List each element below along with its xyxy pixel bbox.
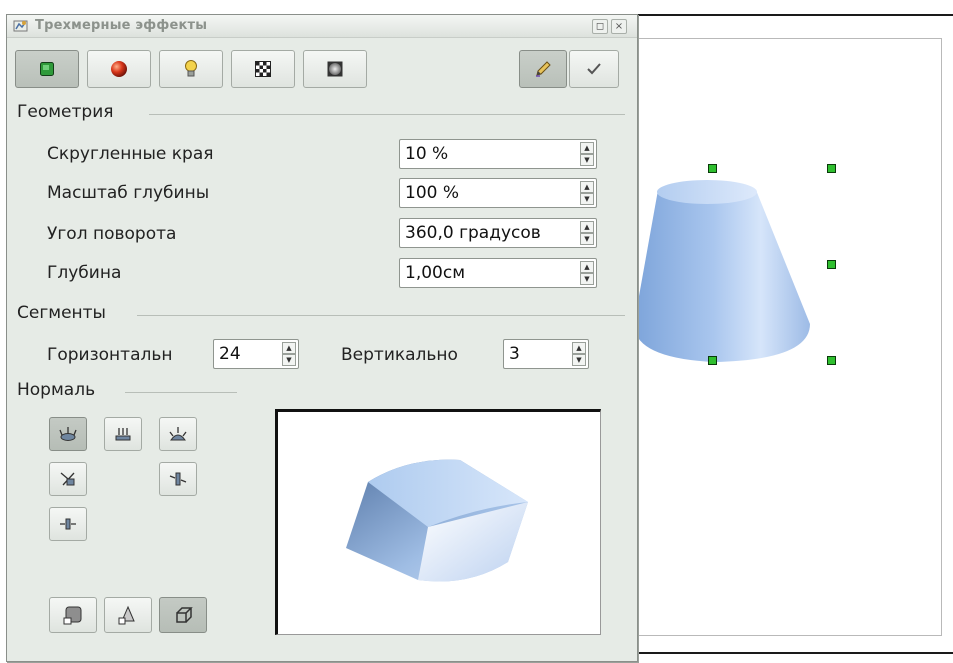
rounded-edges-spinbox[interactable]: 10 % ▲ ▼ <box>399 139 597 169</box>
convert-3d-icon <box>63 606 82 625</box>
double-sided-illumination-button[interactable] <box>159 462 197 496</box>
scaled-depth-down-arrow[interactable]: ▼ <box>580 193 594 205</box>
normals-separator <box>125 392 237 393</box>
rotation-angle-label: Угол поворота <box>47 224 177 244</box>
scaled-depth-spinbox[interactable]: 100 % ▲ ▼ <box>399 178 597 208</box>
object-specific-normals-button[interactable] <box>49 417 87 451</box>
depth-down-arrow[interactable]: ▼ <box>580 273 594 285</box>
two-sided-icon <box>60 518 76 530</box>
convert-to-3d-button[interactable] <box>49 597 97 633</box>
close-window-button[interactable]: × <box>611 19 627 34</box>
double-sided-button[interactable] <box>49 507 87 541</box>
horizontal-segments-value: 24 <box>219 344 241 364</box>
lathe-object-icon <box>118 605 135 625</box>
checkmark-icon <box>587 63 601 75</box>
vertical-segments-down-arrow[interactable]: ▼ <box>572 354 586 366</box>
normals-heading: Нормаль <box>17 380 96 400</box>
rotation-angle-value: 360,0 градусов <box>405 223 541 243</box>
vertical-segments-up-arrow[interactable]: ▲ <box>572 342 586 354</box>
vertical-segments-spinbox[interactable]: 3 ▲ ▼ <box>503 339 589 369</box>
object-normals-icon <box>59 427 77 441</box>
checker-texture-icon <box>255 61 271 77</box>
selection-handle-top-left[interactable] <box>708 164 717 173</box>
sphere-red-icon <box>111 61 127 77</box>
depth-label: Глубина <box>47 263 122 283</box>
depth-spinbox[interactable]: 1,00см ▲ ▼ <box>399 258 597 288</box>
convert-to-lathe-button[interactable] <box>104 597 152 633</box>
document-top-rule <box>636 14 953 16</box>
selected-3d-cone[interactable] <box>634 170 814 366</box>
tab-illumination[interactable] <box>159 50 223 88</box>
vertical-segments-value: 3 <box>509 344 520 364</box>
geometry-separator <box>149 114 625 115</box>
flat-normals-button[interactable] <box>104 417 142 451</box>
selection-handle-bottom-left[interactable] <box>708 356 717 365</box>
update-button[interactable] <box>519 50 567 88</box>
dialog-title: Трехмерные эффекты <box>35 18 208 33</box>
tab-textures[interactable] <box>231 50 295 88</box>
horizontal-segments-label: Горизонтальн <box>47 345 173 365</box>
horizontal-segments-up-arrow[interactable]: ▲ <box>282 342 296 354</box>
segments-separator <box>137 315 625 316</box>
perspective-icon <box>176 607 193 623</box>
rotation-angle-up-arrow[interactable]: ▲ <box>580 221 594 233</box>
horizontal-segments-down-arrow[interactable]: ▼ <box>282 354 296 366</box>
3d-effects-icon <box>13 20 28 32</box>
rotation-angle-down-arrow[interactable]: ▼ <box>580 233 594 245</box>
scaled-depth-value: 100 % <box>405 183 460 203</box>
horizontal-segments-spinbox[interactable]: 24 ▲ ▼ <box>213 339 299 369</box>
double-sided-icon <box>169 472 187 486</box>
selection-handle-middle-right[interactable] <box>827 260 836 269</box>
geometry-heading: Геометрия <box>17 102 114 122</box>
scaled-depth-up-arrow[interactable]: ▲ <box>580 181 594 193</box>
invert-normals-icon <box>60 472 75 486</box>
spherical-normals-button[interactable] <box>159 417 197 451</box>
tab-shading[interactable] <box>87 50 151 88</box>
assign-button[interactable] <box>569 50 619 88</box>
segments-heading: Сегменты <box>17 303 106 323</box>
cube-green-icon <box>40 62 54 76</box>
tab-material[interactable] <box>303 50 367 88</box>
preview-3d-object <box>346 459 528 582</box>
rotation-angle-spinbox[interactable]: 360,0 градусов ▲ ▼ <box>399 218 597 248</box>
3d-effects-dialog: Трехмерные эффекты ◻ × Геометрия Скругле… <box>6 14 638 662</box>
spherical-normals-icon <box>169 427 187 441</box>
vertical-segments-label: Вертикально <box>341 345 458 365</box>
selection-handle-bottom-right[interactable] <box>827 356 836 365</box>
rounded-edges-value: 10 % <box>405 144 449 164</box>
perspective-toggle-button[interactable] <box>159 597 207 633</box>
material-sphere-icon <box>327 61 343 77</box>
invert-normals-button[interactable] <box>49 462 87 496</box>
flat-normals-icon <box>115 428 131 441</box>
rounded-edges-label: Скругленные края <box>47 144 214 164</box>
document-bottom-rule <box>636 652 953 654</box>
rounded-edges-up-arrow[interactable]: ▲ <box>580 142 594 154</box>
depth-up-arrow[interactable]: ▲ <box>580 261 594 273</box>
depth-value: 1,00см <box>405 263 466 283</box>
restore-window-button[interactable]: ◻ <box>592 19 608 34</box>
dialog-titlebar[interactable]: Трехмерные эффекты ◻ × <box>7 15 637 38</box>
pencil-icon <box>536 61 551 77</box>
3d-preview-pane <box>275 409 601 635</box>
scaled-depth-label: Масштаб глубины <box>47 183 210 203</box>
tab-geometry[interactable] <box>15 50 79 88</box>
rounded-edges-down-arrow[interactable]: ▼ <box>580 154 594 166</box>
selection-handle-top-right[interactable] <box>827 164 836 173</box>
lightbulb-icon <box>185 60 197 77</box>
